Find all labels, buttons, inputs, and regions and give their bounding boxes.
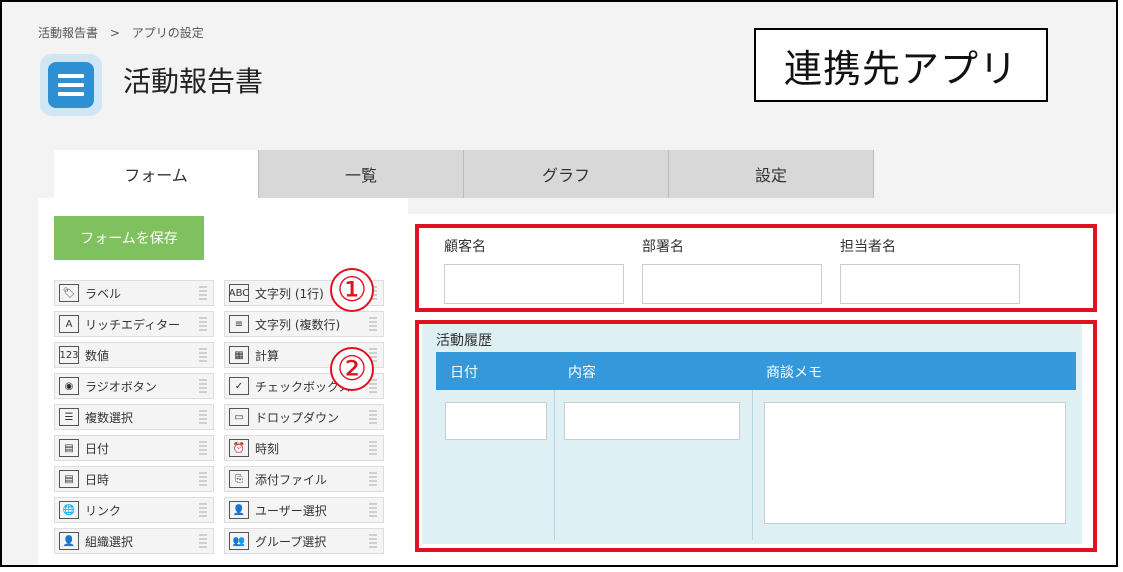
drag-handle-icon[interactable]: [369, 410, 377, 426]
department-field[interactable]: [642, 264, 822, 304]
palette-item-label: 添付ファイル: [255, 472, 328, 487]
dropdown-icon: ▭: [229, 408, 249, 426]
radio-icon: ◉: [59, 377, 79, 395]
breadcrumb-app-link[interactable]: 活動報告書: [38, 26, 98, 40]
annotation-number-2: ②: [330, 347, 374, 391]
palette-item-label: 文字列 (複数行): [255, 317, 341, 332]
multi-select-icon: ☰: [59, 408, 79, 426]
annotation-box-2: [415, 320, 1097, 552]
drag-handle-icon[interactable]: [369, 317, 377, 333]
breadcrumb-current-page: アプリの設定: [131, 26, 204, 40]
palette-item-rich-editor[interactable]: A リッチエディター: [54, 311, 214, 337]
date-icon: ▤: [59, 439, 79, 457]
annotation-number-1: ①: [330, 268, 374, 312]
palette-item-label: ドロップダウン: [255, 410, 340, 425]
customer-name-field[interactable]: [444, 264, 624, 304]
tab-form[interactable]: フォーム: [54, 150, 259, 198]
palette-item-label: 計算: [255, 348, 280, 363]
group-select-icon: 👥: [229, 532, 249, 550]
field-label-person: 担当者名: [840, 239, 896, 255]
drag-handle-icon[interactable]: [199, 286, 207, 302]
checkbox-icon: ✓: [229, 377, 249, 395]
palette-item-radio[interactable]: ◉ ラジオボタン: [54, 373, 214, 399]
drag-handle-icon[interactable]: [369, 379, 377, 395]
palette-item-clock[interactable]: ⏰ 時刻: [224, 435, 384, 461]
user-select-icon: 👤: [229, 501, 249, 519]
palette-item-attachment[interactable]: ⎘ 添付ファイル: [224, 466, 384, 492]
rich-editor-icon: A: [59, 315, 79, 333]
palette-item-user-select[interactable]: 👤 ユーザー選択: [224, 497, 384, 523]
screenshot-frame: 活動報告書 > アプリの設定 活動報告書 連携先アプリ フォーム 一覧 グラフ …: [0, 0, 1118, 567]
drag-handle-icon[interactable]: [369, 503, 377, 519]
drag-handle-icon[interactable]: [199, 441, 207, 457]
palette-item-label: リンク: [85, 503, 122, 518]
palette-item-number[interactable]: 123 数値: [54, 342, 214, 368]
linked-app-callout: 連携先アプリ: [754, 28, 1048, 102]
palette-item-dropdown[interactable]: ▭ ドロップダウン: [224, 404, 384, 430]
text-multi-icon: ≡: [229, 315, 249, 333]
palette-item-group-select[interactable]: 👥 グループ選択: [224, 528, 384, 554]
palette-item-date[interactable]: ▤ 日付: [54, 435, 214, 461]
drag-handle-icon[interactable]: [199, 472, 207, 488]
palette-item-multi-select[interactable]: ☰ 複数選択: [54, 404, 214, 430]
field-label-customer: 顧客名: [444, 239, 486, 255]
attachment-icon: ⎘: [229, 470, 249, 488]
link-icon: 🌐: [59, 501, 79, 519]
drag-handle-icon[interactable]: [199, 410, 207, 426]
field-label-department: 部署名: [642, 239, 684, 255]
palette-item-label: ラベル: [85, 286, 122, 301]
tab-settings[interactable]: 設定: [669, 150, 874, 198]
palette-item-label: 組織選択: [85, 534, 134, 549]
person-in-charge-field[interactable]: [840, 264, 1020, 304]
number-icon: 123: [59, 346, 79, 364]
breadcrumb-separator: >: [109, 26, 120, 40]
breadcrumb: 活動報告書 > アプリの設定: [38, 24, 204, 41]
app-list-icon: [40, 54, 102, 116]
palette-item-label: ラジオボタン: [85, 379, 157, 394]
drag-handle-icon[interactable]: [369, 441, 377, 457]
palette-item-label: 複数選択: [85, 410, 134, 425]
palette-item-label: リッチエディター: [85, 317, 181, 332]
tag-icon: 🏷: [59, 284, 79, 302]
palette-item-label: 時刻: [255, 441, 280, 456]
drag-handle-icon[interactable]: [199, 379, 207, 395]
palette-item-tag[interactable]: 🏷 ラベル: [54, 280, 214, 306]
calc-icon: ▦: [229, 346, 249, 364]
palette-item-link[interactable]: 🌐 リンク: [54, 497, 214, 523]
org-select-icon: 👤: [59, 532, 79, 550]
clock-icon: ⏰: [229, 439, 249, 457]
drag-handle-icon[interactable]: [199, 534, 207, 550]
palette-item-label: ユーザー選択: [255, 503, 327, 518]
palette-item-org-select[interactable]: 👤 組織選択: [54, 528, 214, 554]
datetime-icon: ▤: [59, 470, 79, 488]
drag-handle-icon[interactable]: [199, 348, 207, 364]
palette-item-label: 数値: [85, 348, 110, 363]
palette-item-label: 日時: [85, 472, 110, 487]
tab-graph[interactable]: グラフ: [464, 150, 669, 198]
save-form-button[interactable]: フォームを保存: [54, 216, 204, 260]
text-single-icon: ABC: [229, 284, 249, 302]
settings-tabs: フォーム 一覧 グラフ 設定: [54, 150, 874, 198]
drag-handle-icon[interactable]: [199, 503, 207, 519]
drag-handle-icon[interactable]: [369, 472, 377, 488]
palette-item-datetime[interactable]: ▤ 日時: [54, 466, 214, 492]
tab-list[interactable]: 一覧: [259, 150, 464, 198]
drag-handle-icon[interactable]: [199, 317, 207, 333]
palette-item-label: 文字列 (1行): [255, 286, 324, 301]
app-title: 活動報告書: [123, 65, 264, 98]
palette-item-label: グループ選択: [255, 534, 327, 549]
palette-item-text-multi[interactable]: ≡ 文字列 (複数行): [224, 311, 384, 337]
palette-item-label: 日付: [85, 441, 110, 456]
drag-handle-icon[interactable]: [369, 534, 377, 550]
